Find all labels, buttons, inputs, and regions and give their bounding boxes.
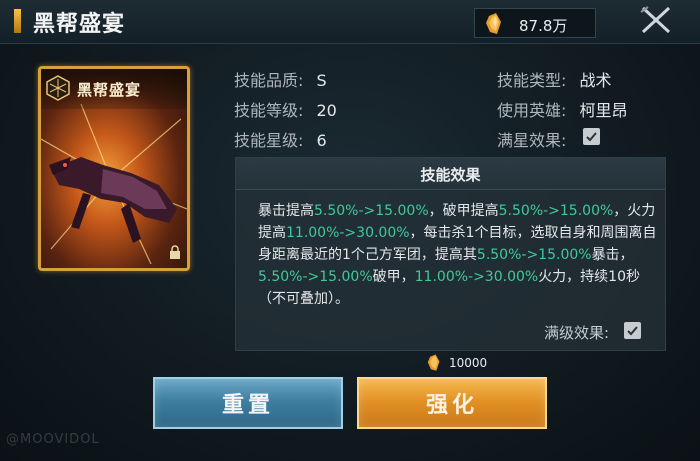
effect-value-highlight: 5.50%->15.00% xyxy=(476,247,592,263)
stat-quality-label: 技能品质: xyxy=(234,71,304,90)
skill-card-art xyxy=(41,103,187,265)
faction-emblem-icon xyxy=(46,75,70,101)
stat-hero-label: 使用英雄: xyxy=(497,101,567,120)
stat-star: 技能星级: 6 xyxy=(234,127,327,151)
stat-type-value: 战术 xyxy=(579,71,612,90)
header-bar: 黑帮盛宴 87.8万 xyxy=(0,0,700,44)
effect-value-highlight: 5.50%->15.00% xyxy=(498,203,614,219)
crystal-icon xyxy=(486,13,501,34)
skill-card: 黑帮盛宴 xyxy=(38,66,190,271)
fullstar-checkbox[interactable] xyxy=(583,128,600,145)
crystal-icon xyxy=(427,354,440,371)
stat-star-label: 技能星级: xyxy=(234,131,304,150)
checkmark-icon xyxy=(586,132,597,142)
close-icon xyxy=(640,6,671,34)
effect-value-highlight: 11.00%->30.00% xyxy=(286,225,410,241)
lock-icon xyxy=(170,245,180,259)
skill-detail-panel: 黑帮盛宴 87.8万 黑帮盛宴 技能品质: S 技能等级: 20 技能星级: 6… xyxy=(0,0,700,461)
enhance-button[interactable]: 强化 xyxy=(357,377,547,429)
skill-effect-title: 技能效果 xyxy=(420,166,481,184)
effect-text-segment: 暴击， xyxy=(591,247,634,263)
stat-level-label: 技能等级: xyxy=(234,101,304,120)
effect-text-segment: 破甲， xyxy=(372,269,415,285)
effect-value-highlight: 5.50%->15.00% xyxy=(258,269,373,285)
watermark: @MOOVIDOL xyxy=(6,432,100,447)
currency-value: 87.8万 xyxy=(519,17,568,35)
stat-hero: 使用英雄: 柯里昂 xyxy=(497,97,628,121)
currency-display: 87.8万 xyxy=(474,8,596,38)
stat-hero-value: 柯里昂 xyxy=(579,101,628,120)
stat-fullstar-label: 满星效果: xyxy=(497,131,567,150)
stat-fullstar: 满星效果: xyxy=(497,127,566,151)
stat-quality: 技能品质: S xyxy=(234,67,327,91)
upgrade-cost-value: 10000 xyxy=(449,356,488,370)
skill-effect-description: 暴击提高5.50%->15.00%，破甲提高5.50%->15.00%，火力提高… xyxy=(258,200,658,310)
stat-star-value: 6 xyxy=(316,131,327,150)
header-accent xyxy=(14,9,21,33)
effect-text-segment: 暴击提高 xyxy=(258,203,314,219)
reset-button[interactable]: 重置 xyxy=(153,377,343,429)
page-title: 黑帮盛宴 xyxy=(33,11,126,37)
skill-card-header: 黑帮盛宴 xyxy=(41,69,187,109)
skill-card-title: 黑帮盛宴 xyxy=(77,81,142,99)
skill-effect-header: 技能效果 xyxy=(236,158,665,190)
close-button[interactable] xyxy=(628,0,684,40)
stat-type: 技能类型: 战术 xyxy=(497,67,612,91)
max-level-checkbox[interactable] xyxy=(624,322,641,339)
stat-level: 技能等级: 20 xyxy=(234,97,337,121)
max-level-label: 满级效果: xyxy=(544,324,610,342)
skill-effect-box: 技能效果 暴击提高5.50%->15.00%，破甲提高5.50%->15.00%… xyxy=(235,157,666,351)
stat-quality-value: S xyxy=(316,71,327,90)
effect-value-highlight: 5.50%->15.00% xyxy=(314,203,429,219)
effect-value-highlight: 11.00%->30.00% xyxy=(414,269,539,285)
stat-type-label: 技能类型: xyxy=(497,71,567,90)
checkmark-icon xyxy=(627,326,638,336)
effect-text-segment: ，破甲提高 xyxy=(428,203,499,219)
stat-level-value: 20 xyxy=(316,101,337,120)
